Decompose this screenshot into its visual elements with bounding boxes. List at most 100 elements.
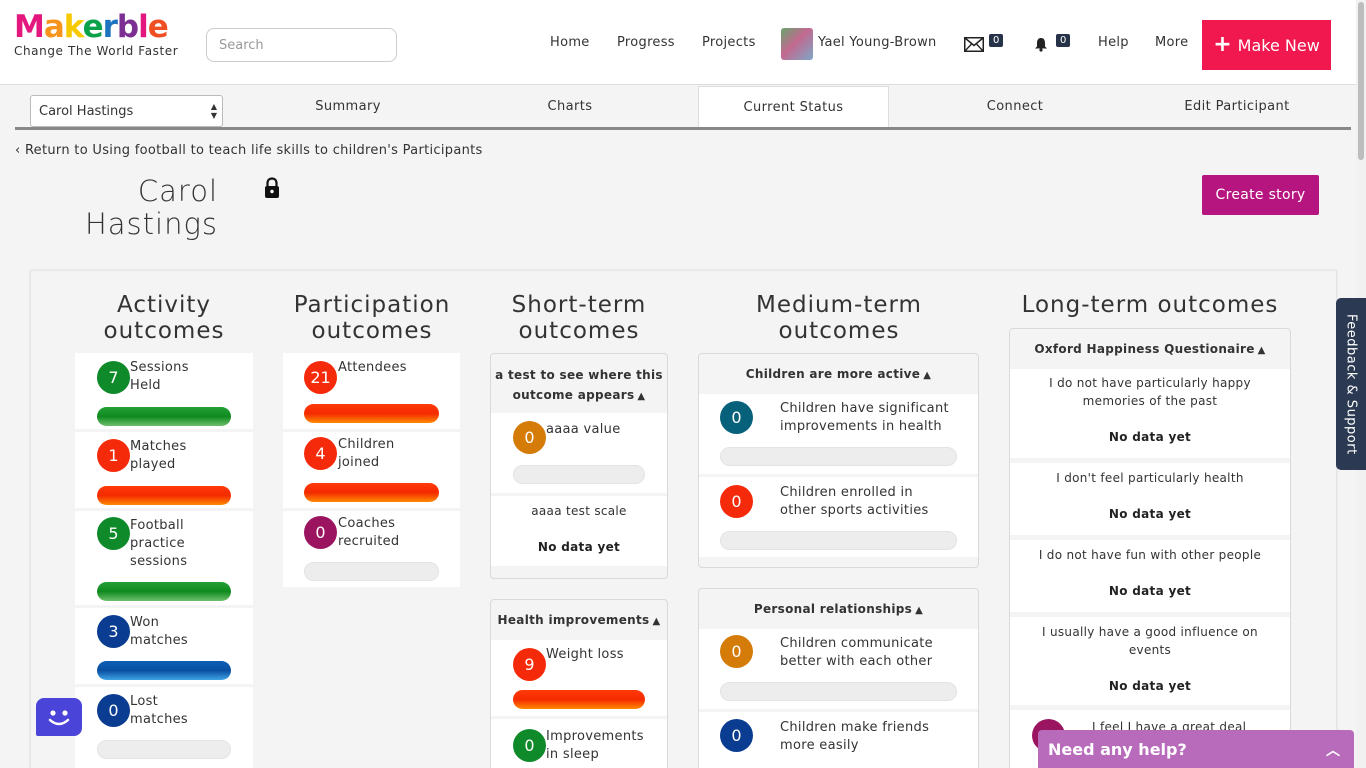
nav-more[interactable]: More: [1155, 0, 1188, 85]
nav-help[interactable]: Help: [1098, 0, 1129, 85]
outcome-group-header[interactable]: a test to see where this outcome appears…: [491, 365, 667, 407]
no-data-text: No data yet: [1108, 584, 1192, 598]
outcome-group-header[interactable]: Children are more active ▲: [699, 364, 978, 386]
make-new-label: Make New: [1237, 35, 1320, 55]
tab-connect[interactable]: Connect: [904, 86, 1126, 127]
scrollbar-thumb[interactable]: [1358, 2, 1364, 160]
activity-card[interactable]: 5 Football practice sessions: [75, 511, 253, 605]
progress-bar: [97, 407, 231, 426]
progress-bar: [720, 682, 957, 701]
progress-bar: [513, 690, 645, 709]
participation-card[interactable]: 0 Coaches recruited: [283, 511, 460, 587]
outcome-group-header[interactable]: Personal relationships ▲: [699, 599, 978, 621]
metric-label: Matches played: [130, 439, 187, 472]
activity-card[interactable]: 3 Won matches: [75, 608, 253, 684]
questionnaire-item[interactable]: I don't feel particularly health No data…: [1010, 463, 1290, 535]
feedback-support-tab[interactable]: Feedback & Support: [1336, 298, 1366, 470]
value-circle: 7: [97, 361, 130, 394]
logo-letter: a: [43, 9, 65, 45]
logo-tagline: Change The World Faster: [14, 44, 179, 58]
tab-current-status[interactable]: Current Status: [698, 86, 889, 127]
participation-card[interactable]: 21 Attendees: [283, 353, 460, 429]
medium-term-card[interactable]: 0 Children have significant improvements …: [699, 394, 978, 474]
bell-icon[interactable]: [1034, 37, 1048, 52]
nav-projects[interactable]: Projects: [702, 0, 756, 85]
metric-label: Coaches recruited: [338, 516, 400, 549]
tab-charts[interactable]: Charts: [459, 86, 681, 127]
medium-term-outcomes-title: Medium-term outcomes: [698, 292, 980, 344]
nav-progress[interactable]: Progress: [617, 0, 675, 85]
makerble-logo[interactable]: Makerble Change The World Faster: [14, 10, 178, 58]
nav-home[interactable]: Home: [550, 0, 590, 85]
value-circle: 1: [97, 439, 130, 472]
participation-card[interactable]: 4 Children joined: [283, 432, 460, 508]
metric-label: Children communicate better with each oth…: [780, 636, 933, 669]
notifications-count-badge: 0: [1056, 34, 1071, 47]
logo-letter: l: [138, 9, 149, 45]
metric-label: Won matches: [130, 615, 188, 648]
activity-outcomes-title: Activity outcomes: [74, 292, 254, 344]
metric-label: Lost matches: [130, 694, 188, 727]
create-story-button[interactable]: Create story: [1202, 175, 1319, 215]
short-term-card[interactable]: 9 Weight loss: [491, 640, 667, 716]
medium-term-card[interactable]: 0 Children enrolled in other sports activ…: [699, 477, 978, 557]
logo-letter: M: [14, 9, 45, 45]
long-term-outcomes-title: Long-term outcomes: [1021, 292, 1279, 318]
search-input[interactable]: [206, 28, 397, 62]
participation-outcomes-title: Participation outcomes: [282, 292, 462, 344]
value-circle: 0: [720, 401, 753, 434]
user-avatar[interactable]: [781, 28, 813, 60]
questionnaire-item[interactable]: I do not have particularly happy memories…: [1010, 369, 1290, 458]
value-circle: 5: [97, 517, 130, 550]
metric-label: aaaa value: [546, 422, 621, 437]
value-circle: 0: [97, 694, 130, 727]
progress-bar: [97, 486, 231, 505]
page-title: Carol Hastings: [60, 175, 218, 241]
no-data-text: No data yet: [1108, 679, 1192, 693]
short-term-scale-card[interactable]: aaaa test scale No data yet: [491, 496, 667, 566]
chevron-up-icon: ▲: [637, 391, 646, 402]
back-link-text: Return to Using football to teach life s…: [24, 143, 483, 158]
value-circle: 0: [720, 485, 753, 518]
activity-card[interactable]: 7 Sessions Held: [75, 353, 253, 429]
activity-title-line2: outcomes: [103, 318, 225, 344]
tab-edit-participant[interactable]: Edit Participant: [1126, 86, 1348, 127]
medium-term-card[interactable]: 0 Children make friends more easily: [699, 712, 978, 768]
medium-term-title-line1: Medium-term: [756, 292, 922, 318]
metric-label: Sessions Held: [130, 360, 189, 393]
activity-card[interactable]: 0 Lost matches: [75, 687, 253, 768]
logo-wordmark: Makerble: [14, 10, 178, 44]
chevron-up-icon: ▲: [652, 616, 661, 627]
chevron-up-icon: ▲: [923, 370, 932, 381]
outcome-group-header[interactable]: Oxford Happiness Questionaire ▲: [1010, 339, 1290, 361]
participant-tabs: Carol Hastings ▲ ▼ Summary Charts Current…: [15, 86, 1351, 130]
tab-summary[interactable]: Summary: [237, 86, 459, 127]
questionnaire-item[interactable]: I do not have fun with other people No d…: [1010, 540, 1290, 612]
short-term-card[interactable]: 0 Improvements in sleep: [491, 719, 667, 768]
participant-select[interactable]: Carol Hastings ▲ ▼: [30, 95, 223, 127]
value-circle: 21: [304, 361, 337, 394]
need-help-chat-bar[interactable]: Need any help? ︿: [1038, 730, 1354, 768]
progress-bar: [97, 740, 231, 759]
help-label: Need any help?: [1048, 739, 1187, 759]
logo-letter: e: [82, 9, 104, 45]
chevron-up-icon: ▲: [1257, 345, 1266, 356]
page-title-line1: Carol: [137, 174, 218, 208]
value-circle: 0: [304, 516, 337, 549]
nav-user-name[interactable]: Yael Young-Brown: [818, 0, 937, 85]
activity-card[interactable]: 1 Matches played: [75, 432, 253, 508]
no-data-text: No data yet: [537, 540, 621, 554]
back-link[interactable]: ‹ Return to Using football to teach life…: [15, 143, 483, 158]
smiley-icon: [48, 710, 70, 726]
questionnaire-item[interactable]: I usually have a good influence on events…: [1010, 617, 1290, 705]
chatbot-launcher[interactable]: [36, 698, 82, 736]
make-new-button[interactable]: + Make New: [1202, 20, 1331, 70]
mail-icon[interactable]: [964, 37, 984, 52]
short-term-card[interactable]: 0 aaaa value: [491, 413, 667, 493]
short-term-outcomes-title: Short-term outcomes: [489, 292, 669, 344]
value-circle: 9: [513, 648, 546, 681]
top-header: Makerble Change The World Faster Home Pr…: [0, 0, 1356, 85]
activity-title-line1: Activity: [116, 292, 211, 318]
medium-term-card[interactable]: 0 Children communicate better with each o…: [699, 629, 978, 709]
outcome-group-header[interactable]: Health improvements ▲: [491, 610, 667, 632]
